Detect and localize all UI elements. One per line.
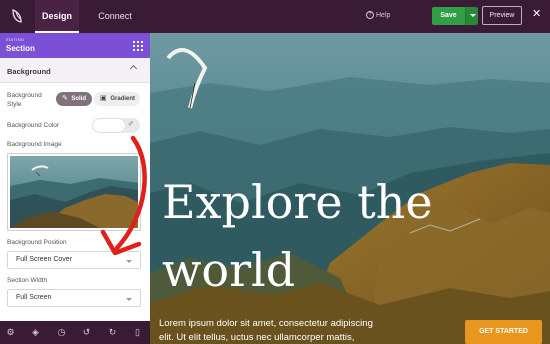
undo-icon[interactable]: ↺ xyxy=(81,327,92,338)
chevron-up-icon xyxy=(129,64,138,73)
headline-line-1: Explore the xyxy=(162,175,433,229)
close-icon[interactable]: ✕ xyxy=(532,9,541,20)
bottom-toolbar: ⚙ ◈ ◷ ↺ ↻ ▯ xyxy=(0,321,150,344)
annotation-arrow-icon xyxy=(100,135,147,256)
page-canvas[interactable]: Explore the world Lorem ipsum dolor sit … xyxy=(150,33,550,344)
tab-design[interactable]: Design xyxy=(35,0,79,33)
background-image-label: Background Image xyxy=(7,141,62,148)
grid-dots-icon[interactable] xyxy=(133,41,143,51)
headline-line-2: world xyxy=(162,243,296,297)
body-line-1: Lorem ipsum dolor sit amet, consectetur … xyxy=(159,318,373,329)
section-header: EDITING Section xyxy=(0,33,150,58)
history-icon[interactable]: ◷ xyxy=(56,327,67,338)
tab-connect[interactable]: Connect xyxy=(92,0,138,33)
top-bar: Design Connect ? Help Save Preview ✕ xyxy=(0,0,550,33)
background-position-label: Background Position xyxy=(7,239,67,246)
section-width-value: Full Screen xyxy=(16,294,52,301)
help-label: Help xyxy=(376,11,391,19)
get-started-button[interactable]: GET STARTED xyxy=(465,320,542,344)
style-option-solid[interactable]: ✎ Solid xyxy=(56,92,92,106)
style-option-solid-label: Solid xyxy=(71,96,86,102)
style-option-gradient-label: Gradient xyxy=(110,96,135,102)
body-line-2: elit. Ut elit tellus, uctus nec ullamcor… xyxy=(159,332,355,343)
gear-icon[interactable]: ⚙ xyxy=(5,327,16,338)
caret-down-icon xyxy=(126,298,132,301)
hero-body-text: Lorem ipsum dolor sit amet, consectetur … xyxy=(159,317,429,344)
background-color-label: Background Color xyxy=(7,122,60,129)
pencil-icon: ✎ xyxy=(62,95,68,102)
background-style-label: Background Style xyxy=(7,92,42,108)
background-group-title: Background xyxy=(7,67,51,76)
editing-label: EDITING xyxy=(6,37,25,42)
section-width-label: Section Width xyxy=(7,277,48,284)
save-options-dropdown[interactable] xyxy=(465,7,478,25)
image-icon: ▣ xyxy=(100,95,107,102)
background-position-value: Full Screen Cover xyxy=(16,256,73,263)
help-link[interactable]: ? Help xyxy=(366,11,390,19)
save-button[interactable]: Save xyxy=(432,7,465,25)
preview-button[interactable]: Preview xyxy=(482,6,522,25)
section-width-select[interactable]: Full Screen xyxy=(7,289,141,307)
section-title: Section xyxy=(6,44,35,53)
style-option-gradient[interactable]: ▣ Gradient xyxy=(94,92,140,106)
background-group-header[interactable]: Background xyxy=(0,58,150,83)
help-icon: ? xyxy=(366,11,374,19)
layers-icon[interactable]: ◈ xyxy=(30,327,41,338)
app-logo-icon[interactable] xyxy=(9,7,27,25)
hero-headline: Explore the world xyxy=(162,168,542,304)
redo-icon[interactable]: ↻ xyxy=(107,327,118,338)
mobile-icon[interactable]: ▯ xyxy=(132,327,143,338)
